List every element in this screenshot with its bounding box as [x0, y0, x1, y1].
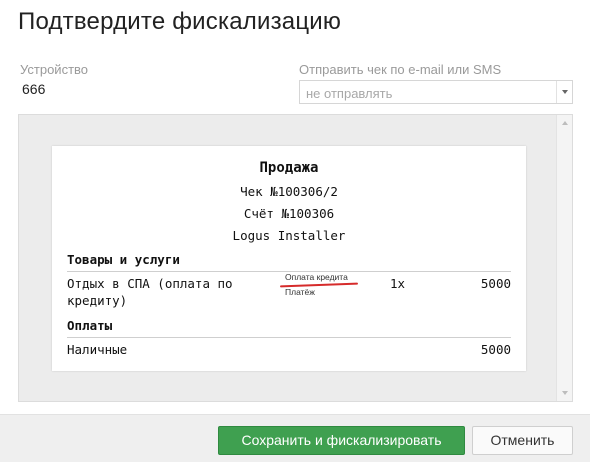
device-value: 666 [22, 81, 46, 97]
receipt-heading: Продажа [259, 160, 319, 176]
cancel-button[interactable]: Отменить [472, 426, 573, 455]
goods-section-title: Товары и услуги [67, 252, 180, 267]
item-payment-subtag: Платёж [285, 287, 315, 297]
chevron-down-icon[interactable] [556, 81, 572, 103]
dialog-footer: Сохранить и фискализировать Отменить [0, 414, 590, 462]
dialog-title: Подтвердите фискализацию [18, 8, 342, 35]
scroll-up-arrow-icon[interactable] [562, 121, 568, 125]
item-name-line2: кредиту) [67, 293, 128, 308]
payment-amount: 5000 [480, 342, 511, 357]
send-receipt-selected-value: не отправлять [306, 86, 393, 101]
payment-method: Наличные [67, 342, 128, 357]
receipt-operator: Logus Installer [232, 228, 346, 243]
device-label: Устройство [20, 62, 89, 77]
scroll-down-arrow-icon[interactable] [562, 391, 568, 395]
send-receipt-select[interactable]: не отправлять [299, 80, 573, 104]
receipt: Продажа Чек №100306/2 Счёт №100306 Logus… [52, 146, 526, 371]
separator [67, 337, 511, 338]
receipt-invoice-number: Счёт №100306 [243, 206, 335, 221]
send-receipt-label: Отправить чек по e-mail или SMS [299, 62, 502, 77]
receipt-scrollbar[interactable] [556, 115, 572, 401]
save-and-fiscalize-button[interactable]: Сохранить и фискализировать [218, 426, 465, 455]
receipt-preview-area: Продажа Чек №100306/2 Счёт №100306 Logus… [18, 114, 573, 402]
payments-section-title: Оплаты [67, 318, 113, 333]
receipt-check-number: Чек №100306/2 [240, 184, 338, 199]
item-quantity: 1x [390, 276, 406, 291]
item-amount: 5000 [480, 276, 511, 291]
item-payment-tag: Оплата кредита [285, 272, 348, 282]
item-name-line1: Отдых в СПА (оплата по [67, 276, 233, 291]
